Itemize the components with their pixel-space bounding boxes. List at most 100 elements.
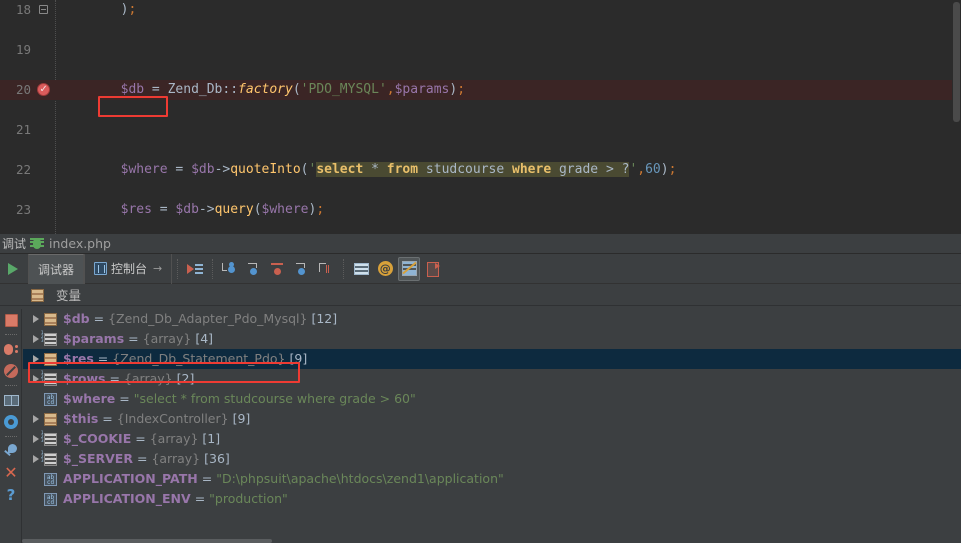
- variables-header-label: 变量: [56, 288, 82, 303]
- variable-row-params[interactable]: $params = {array} [4]: [23, 329, 961, 349]
- variable-type: {array}: [142, 331, 192, 346]
- mute-breakpoints-button[interactable]: [398, 256, 421, 281]
- help-strip-icon[interactable]: ?: [0, 484, 22, 506]
- debug-toolbar: 调试器 控制台 → @: [0, 253, 961, 284]
- variable-name: $res: [63, 351, 94, 366]
- variable-type: {IndexController}: [116, 411, 229, 426]
- equals-sign: =: [194, 491, 206, 506]
- close-strip-icon[interactable]: ✕: [0, 462, 22, 484]
- breakpoint-icon[interactable]: [33, 80, 53, 100]
- code-line-18[interactable]: 18 );: [0, 0, 961, 20]
- variable-row-this[interactable]: $this = {IndexController} [9]: [23, 409, 961, 429]
- toolbar-separator: [343, 258, 345, 279]
- variable-row-res[interactable]: $res = {Zend_Db_Statement_Pdo} [9]: [23, 349, 961, 369]
- code-line-19[interactable]: 19: [0, 40, 961, 60]
- force-step-into-icon: [270, 262, 286, 276]
- console-icon: [94, 262, 108, 275]
- code-text: );: [58, 2, 137, 17]
- scrollbar-thumb[interactable]: [22, 539, 272, 543]
- string-icon: [43, 472, 59, 486]
- expand-arrow-icon[interactable]: [29, 309, 43, 329]
- line-number: 19: [15, 42, 31, 57]
- resume-program-button[interactable]: [184, 257, 206, 281]
- code-line-21[interactable]: 21: [0, 120, 961, 140]
- strip-separator: [0, 331, 22, 338]
- debug-title: 调试: [2, 237, 27, 251]
- variable-name: $_COOKIE: [63, 431, 132, 446]
- equals-sign: =: [93, 311, 105, 326]
- variable-row-application-env[interactable]: APPLICATION_ENV = "production": [23, 489, 961, 509]
- array-icon: [41, 371, 59, 386]
- line-number: 22: [15, 162, 31, 177]
- line-number: 20: [15, 82, 31, 97]
- tab-console[interactable]: 控制台 →: [84, 253, 173, 284]
- debug-settings-button[interactable]: [422, 257, 444, 281]
- step-out-icon: [294, 262, 310, 276]
- code-line-20[interactable]: 20 $db = Zend_Db::factory('PDO_MYSQL',$p…: [0, 80, 961, 100]
- line-number: 18: [15, 2, 31, 17]
- expand-arrow-icon[interactable]: [29, 409, 43, 429]
- step-into-button[interactable]: [243, 257, 265, 281]
- variable-name: $rows: [63, 371, 106, 386]
- variable-count: [1]: [202, 431, 221, 446]
- code-text: $where = $db->quoteInto('select * from s…: [120, 162, 677, 177]
- array-icon: [41, 331, 59, 346]
- variable-count: [9]: [232, 411, 251, 426]
- code-line-23[interactable]: 23 $res = $db->query($where);: [0, 200, 961, 220]
- resume-icon: [187, 262, 204, 276]
- mute-breakpoints-icon: [401, 261, 417, 276]
- variable-value: "select * from studcourse where grade > …: [133, 391, 416, 406]
- evaluate-at-icon: @: [377, 261, 393, 276]
- variable-name: $where: [63, 391, 116, 406]
- debug-header: 调试 index.php: [0, 234, 961, 254]
- variables-strip-icon[interactable]: [0, 389, 22, 411]
- tab-debugger-label: 调试器: [38, 262, 75, 277]
- step-over-icon: [222, 261, 238, 276]
- variable-name: $db: [63, 311, 90, 326]
- variable-value: "production": [209, 491, 288, 506]
- equals-sign: =: [97, 351, 109, 366]
- attach-strip-icon[interactable]: [0, 440, 22, 462]
- code-line-22[interactable]: 22 $where = $db->quoteInto('select * fro…: [0, 160, 961, 180]
- step-out-button[interactable]: [291, 257, 313, 281]
- equals-sign: =: [102, 411, 113, 426]
- variable-row-rows[interactable]: $rows = {array} [2]: [23, 369, 961, 389]
- mute-breakpoints-strip-icon[interactable]: [0, 360, 22, 382]
- variable-row-where[interactable]: $where = "select * from studcourse where…: [23, 389, 961, 409]
- variable-row-cookie[interactable]: $_COOKIE = {array} [1]: [23, 429, 961, 449]
- array-icon: [41, 431, 59, 446]
- force-step-into-button[interactable]: [267, 257, 289, 281]
- settings-strip-icon[interactable]: [0, 411, 22, 433]
- rerun-debug-button[interactable]: [2, 256, 24, 282]
- equals-sign: =: [135, 431, 146, 446]
- code-editor[interactable]: 18 ); 19 20 $db = Zend_Db::factory('PDO_…: [0, 0, 961, 234]
- frames-icon[interactable]: [0, 309, 22, 331]
- variables-body: ✕ ? $db = {Zend_Db_Adapter_Pdo_Mysql} [1…: [0, 309, 961, 543]
- variable-row-application-path[interactable]: APPLICATION_PATH = "D:\phpsuit\apache\ht…: [23, 469, 961, 489]
- equals-sign: =: [109, 371, 120, 386]
- fold-marker-icon[interactable]: [33, 0, 53, 20]
- evaluate-expression-button[interactable]: @: [374, 257, 396, 281]
- step-over-button[interactable]: [219, 257, 241, 281]
- variable-type: {array}: [151, 451, 201, 466]
- run-to-cursor-button[interactable]: [315, 257, 337, 281]
- expand-arrow-icon[interactable]: [29, 349, 43, 369]
- strip-separator: [0, 382, 22, 389]
- variables-horizontal-scrollbar[interactable]: [22, 538, 961, 543]
- variable-row-server[interactable]: $_SERVER = {array} [36]: [23, 449, 961, 469]
- string-icon: [43, 392, 59, 406]
- pin-tab-icon[interactable]: →: [153, 262, 162, 275]
- threads-icon[interactable]: [0, 338, 22, 360]
- variable-count: [4]: [195, 331, 214, 346]
- equals-sign: =: [201, 471, 213, 486]
- tab-debugger[interactable]: 调试器: [28, 253, 85, 284]
- string-icon: [43, 492, 59, 506]
- scrollbar-thumb[interactable]: [953, 2, 960, 122]
- editor-vertical-scrollbar[interactable]: [952, 0, 961, 234]
- variable-row-db[interactable]: $db = {Zend_Db_Adapter_Pdo_Mysql} [12]: [23, 309, 961, 329]
- watches-button[interactable]: [350, 257, 372, 281]
- code-text: $res = $db->query($where);: [120, 202, 325, 217]
- variables-list[interactable]: $db = {Zend_Db_Adapter_Pdo_Mysql} [12] $…: [23, 309, 961, 543]
- array-icon: [41, 451, 59, 466]
- ide-debug-window: 18 ); 19 20 $db = Zend_Db::factory('PDO_…: [0, 0, 961, 543]
